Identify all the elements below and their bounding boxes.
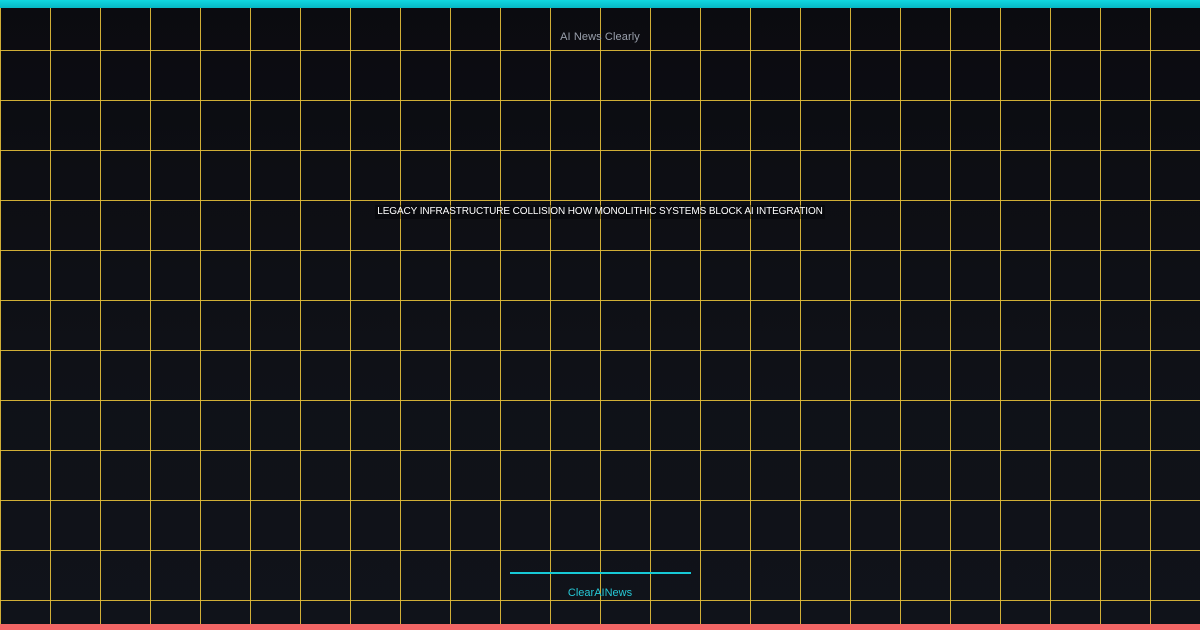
- grid-overlay: [0, 0, 1200, 630]
- header-brand-text: AI News Clearly: [560, 31, 640, 43]
- footer-brand-text: ClearAINews: [567, 587, 633, 599]
- headline-text: LEGACY INFRASTRUCTURE COLLISION HOW MONO…: [375, 205, 825, 219]
- bottom-accent-bar: [0, 624, 1200, 630]
- headline-container: LEGACY INFRASTRUCTURE COLLISION HOW MONO…: [0, 201, 1200, 219]
- footer-accent-line: [510, 572, 691, 574]
- top-accent-bar: [0, 0, 1200, 8]
